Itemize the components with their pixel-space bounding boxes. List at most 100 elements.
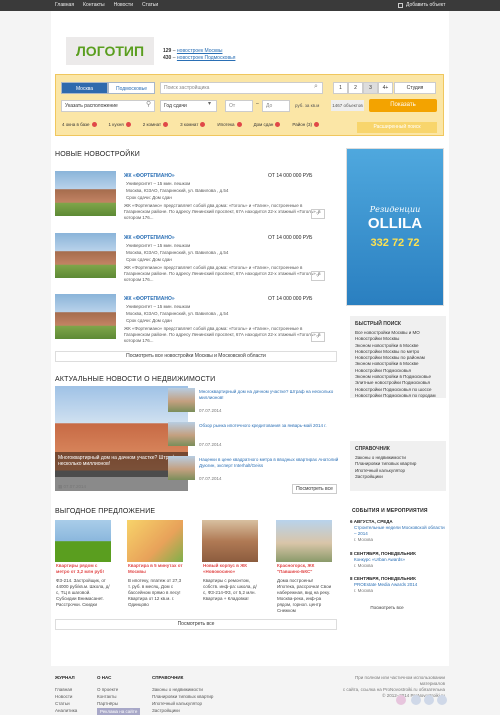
offer-title[interactable]: Квартира в 5 минутах от Москвы	[128, 563, 183, 575]
news-thumb[interactable]	[168, 388, 195, 412]
news-title[interactable]: Наценки в цене квадратного метра в вводн…	[199, 457, 339, 469]
close-icon[interactable]	[275, 122, 281, 127]
filter-tag[interactable]: Дом сдан	[254, 122, 281, 127]
building-title[interactable]: ЖК «ФОРТЕПИАНО»	[124, 173, 175, 179]
banner-line1: Резиденции	[369, 205, 421, 214]
news-title[interactable]: Обзор рынка ипотечного кредитования за я…	[199, 423, 339, 429]
reference-heading: СПРАВОЧНИК	[355, 446, 390, 452]
studio-toggle[interactable]: Студия	[394, 82, 436, 94]
news-date: 07.07.2014	[199, 476, 222, 481]
filter-tag[interactable]: 3 комнат	[180, 122, 206, 127]
news-item: Многоквартирный дом на дачном участке? Ш…	[168, 388, 338, 418]
footer-link[interactable]: Партнёры	[97, 700, 140, 707]
advertise-button[interactable]: Реклама на сайте	[97, 708, 141, 715]
footer-link[interactable]: Новости	[55, 693, 77, 700]
room-4plus[interactable]: 4+	[378, 82, 393, 94]
room-2[interactable]: 2	[348, 82, 363, 94]
offer-title[interactable]: Квартиры рядом с метро от 3,2 млн руб!	[56, 563, 111, 575]
price-unit: руб. за кв.м	[295, 103, 320, 108]
featured-news-date: ▦ 07.07.2014	[58, 484, 87, 489]
reference-link[interactable]: Застройщики	[355, 474, 446, 480]
offer-title[interactable]: Красногорск, ЖК "Павшино-БКС"	[277, 563, 332, 575]
news-title[interactable]: Многоквартирный дом на дачном участке? Ш…	[199, 389, 339, 401]
close-icon[interactable]	[91, 122, 97, 127]
room-1[interactable]: 1	[333, 82, 348, 94]
copyright-line: При полном или частичном использовании м…	[355, 675, 445, 686]
offer-image[interactable]	[55, 520, 111, 562]
count-region-link[interactable]: новостроек Подмосковья	[177, 55, 236, 61]
all-offers-button[interactable]: Посмотреть все	[55, 619, 337, 630]
close-icon[interactable]	[163, 122, 169, 127]
footer-link[interactable]: Аналитика	[55, 707, 77, 714]
building-desc: ЖК «Фортепиано» представляет собой два д…	[124, 326, 321, 343]
add-object-link[interactable]: Добавить объект	[398, 2, 445, 8]
count-moscow-link[interactable]: новостроек Москвы	[177, 48, 223, 54]
price-from-input[interactable]: От	[225, 100, 253, 112]
offer-title[interactable]: Новый корпус в ЖК «Новокосино»	[203, 563, 258, 575]
footer-link[interactable]: Главная	[55, 686, 77, 693]
arrow-right-icon[interactable]: ›	[311, 271, 325, 281]
developer-search-input[interactable]: Поиск застройщика	[160, 82, 323, 94]
offer-card: Квартира в 5 минутах от Москвы В ипотеку…	[127, 520, 183, 610]
show-button[interactable]: Показать	[369, 99, 437, 112]
all-events-button[interactable]: Посмотреть все	[365, 603, 409, 613]
vk-icon[interactable]	[411, 695, 421, 705]
ad-banner[interactable]: Резиденции OLLILA 332 72 72	[346, 148, 444, 306]
building-photo[interactable]	[55, 233, 116, 278]
building-title[interactable]: ЖК «ФОРТЕПИАНО»	[124, 296, 175, 302]
add-object-label: Добавить объект	[406, 2, 446, 8]
footer-link[interactable]: Застройщики	[152, 707, 213, 714]
top-nav-home[interactable]: Главная	[55, 2, 74, 8]
close-icon[interactable]	[200, 122, 206, 127]
offer-image[interactable]	[202, 520, 258, 562]
news-thumb[interactable]	[168, 422, 195, 446]
logo[interactable]: ЛОГОТИП	[66, 37, 154, 65]
count-region-num: 430	[163, 55, 172, 61]
all-new-buildings-button[interactable]: Посмотреть все новостройки Москвы и Моск…	[55, 351, 337, 362]
top-nav-articles[interactable]: Статьи	[142, 2, 158, 8]
offer-card: Красногорск, ЖК "Павшино-БКС" Дома постр…	[276, 520, 332, 613]
filter-tag[interactable]: Район (3)	[292, 122, 319, 127]
close-icon[interactable]	[125, 122, 131, 127]
twitter-icon[interactable]	[424, 695, 434, 705]
all-news-button[interactable]: Посмотреть все	[292, 484, 337, 494]
filter-tag[interactable]: 4 окна в базе	[62, 122, 97, 127]
filter-tag[interactable]: 2 комнат	[142, 122, 169, 127]
news-date: 07.07.2014	[199, 442, 222, 447]
news-thumb[interactable]	[168, 456, 195, 480]
building-photo[interactable]	[55, 294, 116, 339]
building-address: Москва, ЮЗАО, Гагаринский, ул. Вавилова …	[126, 311, 229, 316]
objects-count: 1467 объектов	[331, 100, 364, 111]
footer-link[interactable]: Планировки типовых квартир	[152, 693, 213, 700]
advanced-search-button[interactable]: Расширенный поиск	[357, 122, 437, 133]
top-nav-news[interactable]: Новости	[114, 2, 133, 8]
filter-tag[interactable]: 1 кухня	[109, 122, 131, 127]
event-name[interactable]: Строительные недели Московской области –…	[350, 525, 446, 537]
footer-link[interactable]: О проекте	[97, 686, 140, 693]
offer-image[interactable]	[276, 520, 332, 562]
close-icon[interactable]	[236, 122, 242, 127]
quick-search-link[interactable]: Новостройки Подмосковья по городам	[355, 393, 446, 399]
footer-link[interactable]: Законы о недвижимости	[152, 686, 213, 693]
arrow-right-icon[interactable]: ›	[311, 209, 325, 219]
facebook-icon[interactable]	[437, 695, 447, 705]
footer-col-journal: ЖУРНАЛ Главная Новости Статьи Аналитика	[55, 674, 77, 714]
footer-col-reference: СПРАВОЧНИК Законы о недвижимости Планиро…	[152, 674, 213, 714]
price-to-input[interactable]: До	[262, 100, 290, 112]
building-deadline: Срок сдачи: Дом сдан	[126, 257, 172, 262]
footer-link[interactable]: Ипотечный калькулятор	[152, 700, 213, 707]
tab-moscow[interactable]: Москва	[61, 82, 108, 94]
location-select[interactable]: Указать расположение	[61, 100, 155, 112]
footer-link[interactable]: Статьи	[55, 700, 77, 707]
filter-tag-label: 2 комнат	[142, 122, 162, 127]
arrow-right-icon[interactable]: ›	[311, 332, 325, 342]
offer-image[interactable]	[127, 520, 183, 562]
building-photo[interactable]	[55, 171, 116, 216]
room-3[interactable]: 3	[363, 82, 378, 94]
close-icon[interactable]	[314, 122, 319, 127]
footer-link[interactable]: Контакты	[97, 693, 140, 700]
filter-tag[interactable]: Ипотека	[217, 122, 242, 127]
top-nav-contacts[interactable]: Контакты	[83, 2, 105, 8]
building-title[interactable]: ЖК «ФОРТЕПИАНО»	[124, 235, 175, 241]
tab-region[interactable]: Подмосковье	[108, 82, 155, 94]
